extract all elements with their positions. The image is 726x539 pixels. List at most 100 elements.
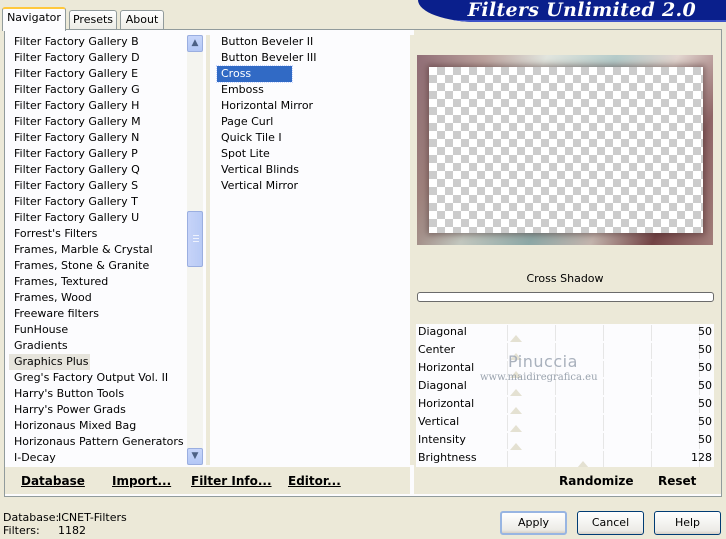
parameter-sliders: Diagonal 50 Center 50 Horizontal 50 Diagonal 50… [416, 324, 714, 468]
category-item[interactable]: Harry's Button Tools [9, 386, 189, 402]
category-item[interactable]: Greg's Factory Output Vol. II [9, 370, 189, 386]
list-divider[interactable] [206, 35, 210, 465]
filter-item[interactable]: Page Curl [217, 114, 402, 130]
import-button[interactable]: Import... [112, 469, 171, 493]
category-item[interactable]: Filter Factory Gallery M [9, 114, 189, 130]
slider-thumb[interactable] [509, 335, 522, 342]
title-banner: Filters Unlimited 2.0 [418, 0, 726, 22]
param-value: 50 [698, 343, 712, 356]
preview-image [417, 55, 713, 245]
cancel-button[interactable]: Cancel [577, 511, 644, 535]
status-area: Database:ICNET-Filters Filters: 1182 [3, 511, 127, 537]
category-item[interactable]: Frames, Stone & Granite [9, 258, 189, 274]
help-button[interactable]: Help [654, 511, 721, 535]
param-slider[interactable]: Vertical 50 [416, 414, 714, 432]
filter-list[interactable]: Button Beveler II Button Beveler III Cross… [216, 34, 402, 194]
category-item[interactable]: Filter Factory Gallery Q [9, 162, 189, 178]
param-value: 50 [698, 433, 712, 446]
category-item[interactable]: Frames, Marble & Crystal [9, 242, 189, 258]
filter-item[interactable]: Emboss [217, 82, 402, 98]
param-label: Intensity [418, 433, 466, 446]
slider-track[interactable] [460, 415, 700, 431]
category-item[interactable]: Horizonaus Pattern Generators [9, 434, 189, 450]
slider-track[interactable] [460, 325, 700, 341]
import-label: Import... [112, 474, 172, 488]
editor-button[interactable]: Editor... [288, 469, 341, 493]
param-label: Diagonal [418, 379, 467, 392]
tab-presets[interactable]: Presets [69, 10, 117, 30]
scroll-up-button[interactable]: ▲ [187, 35, 203, 52]
category-item[interactable]: Filter Factory Gallery G [9, 82, 189, 98]
filter-item[interactable]: Button Beveler II [217, 34, 402, 50]
param-value: 50 [698, 415, 712, 428]
slider-thumb[interactable] [509, 389, 522, 396]
filter-item[interactable]: Button Beveler III [217, 50, 402, 66]
watermark-name: Pinuccia [508, 352, 578, 371]
param-value: 50 [698, 361, 712, 374]
category-item[interactable]: Filter Factory Gallery E [9, 66, 189, 82]
category-item[interactable]: Filter Factory Gallery H [9, 98, 189, 114]
chevron-down-icon: ▼ [191, 451, 199, 461]
slider-thumb[interactable] [509, 443, 522, 450]
category-item[interactable]: Harry's Power Grads [9, 402, 189, 418]
category-list[interactable]: Filter Factory Gallery B Filter Factory G… [9, 34, 189, 468]
param-slider[interactable]: Intensity 50 [416, 432, 714, 450]
param-slider[interactable]: Horizontal 50 [416, 396, 714, 414]
category-item[interactable]: I-Decay [9, 450, 189, 466]
category-scrollbar[interactable]: ▲ ▼ [187, 35, 203, 465]
filter-info-label: Filter Info... [191, 474, 272, 488]
chevron-up-icon: ▲ [191, 38, 199, 48]
filter-name-label: Cross Shadow [526, 272, 604, 285]
grip-line [193, 238, 199, 239]
category-item[interactable]: Filter Factory Gallery N [9, 130, 189, 146]
filters-count-label: Filters: [3, 524, 40, 537]
slider-thumb[interactable] [509, 425, 522, 432]
filter-item[interactable]: Horizontal Mirror [217, 98, 402, 114]
category-item[interactable]: Filter Factory Gallery T [9, 194, 189, 210]
filter-item[interactable]: Vertical Blinds [217, 162, 402, 178]
category-item[interactable]: Frames, Textured [9, 274, 189, 290]
category-item[interactable]: Filter Factory Gallery P [9, 146, 189, 162]
category-item[interactable]: Forrest's Filters [9, 226, 189, 242]
param-slider[interactable]: Brightness 128 [416, 450, 714, 468]
filter-item[interactable]: Quick Tile I [217, 130, 402, 146]
param-value: 50 [698, 397, 712, 410]
filter-item[interactable]: Vertical Mirror [217, 178, 402, 194]
category-item[interactable]: Gradients [9, 338, 189, 354]
watermark-url: www.maidiregrafica.eu [480, 372, 598, 383]
param-value: 50 [698, 325, 712, 338]
database-status-label: Database: [3, 511, 60, 524]
filter-info-button[interactable]: Filter Info... [191, 469, 272, 493]
category-item[interactable]: Freeware filters [9, 306, 189, 322]
category-item[interactable]: Filter Factory Gallery D [9, 50, 189, 66]
database-button[interactable]: Database [21, 469, 85, 493]
randomize-button[interactable]: Randomize [559, 469, 633, 493]
slider-thumb[interactable] [509, 407, 522, 414]
param-value: 128 [691, 451, 712, 464]
editor-label: Editor... [288, 474, 341, 488]
slider-track[interactable] [460, 397, 700, 413]
param-label: Brightness [418, 451, 477, 464]
category-item[interactable]: Horizonaus Mixed Bag [9, 418, 189, 434]
reset-button[interactable]: Reset [658, 469, 696, 493]
param-slider[interactable]: Diagonal 50 [416, 324, 714, 342]
tab-about[interactable]: About [120, 10, 164, 30]
param-label: Horizontal [418, 361, 475, 374]
progress-bar [417, 292, 714, 302]
tab-navigator[interactable]: Navigator [2, 7, 66, 31]
category-item[interactable]: Filter Factory Gallery S [9, 178, 189, 194]
category-item[interactable]: Graphics Plus [9, 354, 90, 370]
scroll-down-button[interactable]: ▼ [187, 448, 203, 465]
apply-button[interactable]: Apply [500, 511, 567, 535]
slider-track[interactable] [460, 433, 700, 449]
param-label: Vertical [418, 415, 460, 428]
filter-item[interactable]: Cross Shadow [216, 65, 293, 96]
category-item[interactable]: Filter Factory Gallery B [9, 34, 189, 50]
category-item[interactable]: FunHouse [9, 322, 189, 338]
database-status-value: ICNET-Filters [58, 511, 127, 524]
scroll-thumb[interactable] [187, 211, 203, 267]
category-item[interactable]: Frames, Wood [9, 290, 189, 306]
slider-track[interactable] [460, 343, 700, 359]
category-item[interactable]: Filter Factory Gallery U [9, 210, 189, 226]
filter-item[interactable]: Spot Lite [217, 146, 402, 162]
